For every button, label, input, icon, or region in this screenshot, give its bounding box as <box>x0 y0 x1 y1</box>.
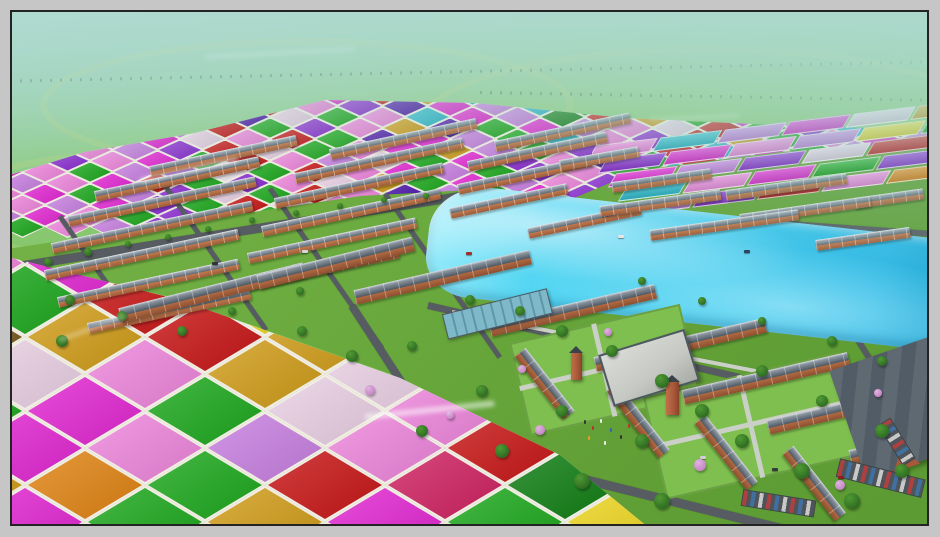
sprinkler-streak <box>365 400 495 420</box>
sprinkler-streak <box>59 314 126 342</box>
flower-field-fill <box>148 525 262 526</box>
scene <box>10 10 929 526</box>
flower-field-fill <box>508 525 622 526</box>
flower-field-fill <box>10 525 22 526</box>
screenshot-root: { "scene": { "description": "Aerial 3D a… <box>0 0 940 537</box>
render-viewport <box>10 10 929 526</box>
flower-field-fill <box>28 525 142 526</box>
flower-field-fill <box>628 525 742 526</box>
horizon-haze-top <box>10 10 929 170</box>
flower-field-fill <box>748 525 862 526</box>
flower-field-fill <box>388 525 502 526</box>
flower-field-fill <box>268 525 382 526</box>
